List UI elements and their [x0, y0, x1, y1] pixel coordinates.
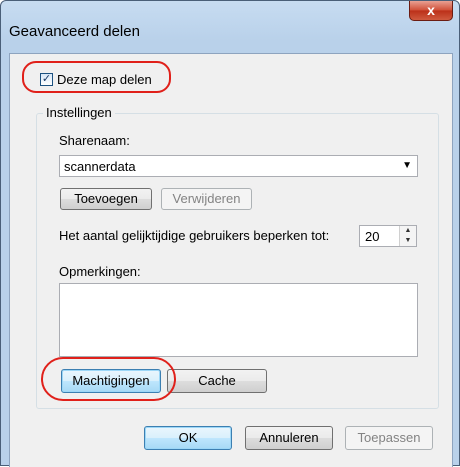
user-limit-value: 20 [365, 229, 380, 244]
spin-down-icon[interactable]: ▼ [400, 236, 416, 246]
share-name-combobox[interactable]: scannerdata ▼ [59, 155, 418, 177]
close-button[interactable]: x [409, 1, 453, 21]
remove-button[interactable]: Verwijderen [161, 188, 252, 210]
apply-button[interactable]: Toepassen [345, 426, 433, 450]
spin-up-icon[interactable]: ▲ [400, 226, 416, 236]
user-limit-spinner[interactable]: 20 ▲ ▼ [359, 225, 417, 247]
close-icon: x [427, 2, 435, 18]
cache-button[interactable]: Cache [167, 369, 267, 393]
share-name-value: scannerdata [64, 159, 136, 174]
ok-button[interactable]: OK [144, 426, 232, 450]
spinner-arrows[interactable]: ▲ ▼ [399, 226, 416, 246]
highlight-oval-permissions [41, 357, 176, 401]
settings-group-label: Instellingen [43, 105, 115, 120]
comments-label: Opmerkingen: [59, 264, 141, 279]
add-button[interactable]: Toevoegen [60, 188, 152, 210]
window-title: Geavanceerd delen [9, 23, 140, 40]
user-limit-label: Het aantal gelijktijdige gebruikers bepe… [59, 228, 330, 243]
chevron-down-icon[interactable]: ▼ [402, 160, 412, 171]
cancel-button[interactable]: Annuleren [245, 426, 333, 450]
dialog-window: Geavanceerd delen x ✓ Deze map delen Ins… [0, 0, 460, 467]
comments-textarea[interactable] [59, 283, 418, 357]
share-name-label: Sharenaam: [59, 133, 130, 148]
highlight-oval-share [22, 61, 171, 93]
